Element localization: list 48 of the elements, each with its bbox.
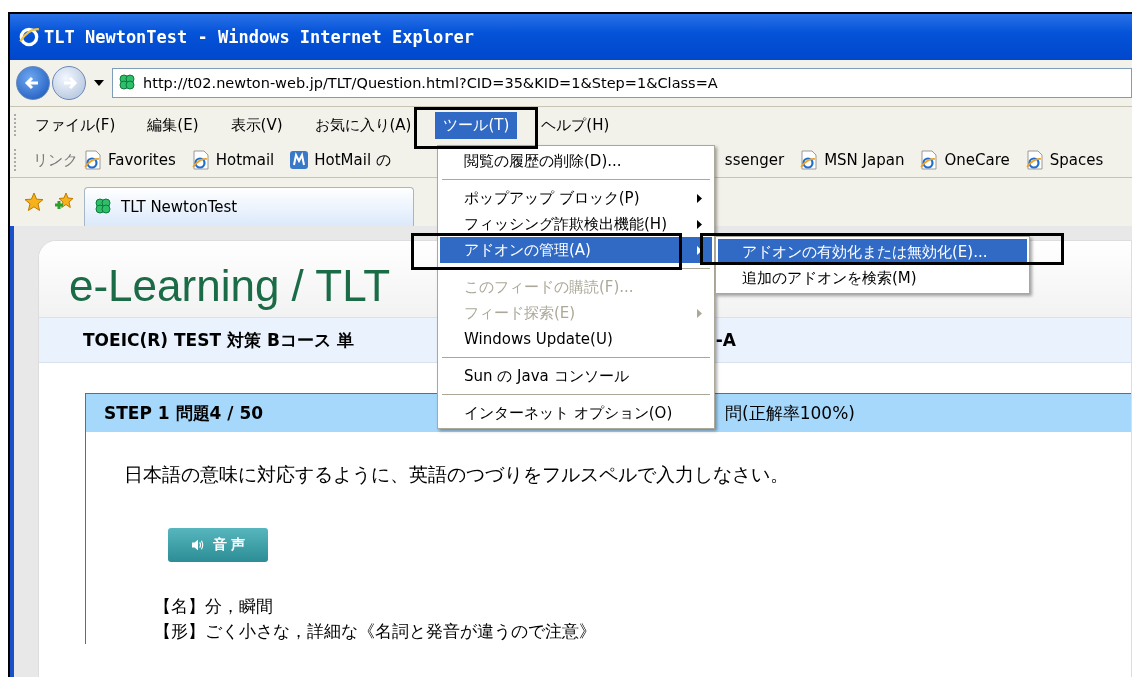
favorite-link[interactable]: ssenger	[724, 151, 785, 169]
page-icon	[191, 150, 210, 170]
score-label: 問(正解率100%)	[725, 401, 855, 425]
menu-option[interactable]: 閲覧の履歴の削除(D)...	[440, 148, 712, 174]
favorite-link[interactable]: HotMail の	[314, 150, 391, 170]
menu-option[interactable]: Sun の Java コンソール	[440, 363, 712, 389]
ie-logo-icon	[18, 26, 40, 48]
menu-item[interactable]: ヘルプ(H)	[533, 111, 618, 139]
definition-text: 【形】ごく小さな，詳細な《名詞と発音が違うので注意》	[154, 621, 597, 643]
menu-item[interactable]: 表示(V)	[222, 111, 291, 139]
menu-item[interactable]: 編集(E)	[139, 111, 207, 139]
menu-item[interactable]: ファイル(F)	[27, 111, 124, 139]
menu-item[interactable]: ツール(T)	[435, 111, 518, 139]
menu-item[interactable]: お気に入り(A)	[306, 111, 420, 139]
step-label: STEP 1 問題4 / 50	[104, 401, 264, 425]
m-logo-icon	[290, 150, 309, 170]
instruction-text: 日本語の意味に対応するように、英語のつづりをフルスペルで入力しなさい。	[124, 462, 790, 487]
forward-button[interactable]	[52, 66, 86, 100]
menu-option[interactable]: 追加のアドオンを検索(M)	[718, 265, 1027, 291]
menu-option[interactable]: フィッシング詐欺検出機能(H)	[440, 211, 712, 237]
definition-text: 【名】分，瞬間	[154, 596, 274, 618]
course-title: TOEIC(R) TEST 対策 Bコース 単	[83, 328, 354, 352]
page-icon	[920, 150, 939, 170]
window-title: TLT NewtonTest - Windows Internet Explorer	[44, 27, 474, 47]
favorite-link[interactable]: Hotmail	[215, 151, 275, 169]
page-icon	[1025, 150, 1044, 170]
links-label: リンク	[33, 150, 78, 170]
menu-option[interactable]: Windows Update(U)	[440, 326, 712, 352]
clover-icon	[117, 73, 137, 93]
favorite-link[interactable]: Spaces	[1049, 151, 1104, 169]
address-field[interactable]: http://t02.newton-web.jp/TLT/Question.html?CID=35&KID=1&Step=1&Class=A	[112, 68, 1132, 98]
course-title: -A	[715, 330, 736, 350]
page-icon	[800, 150, 819, 170]
menu-option[interactable]: アドオンの管理(A)	[440, 237, 712, 263]
favorite-link[interactable]: Favorites	[108, 151, 176, 169]
speaker-icon	[191, 539, 206, 551]
add-favorite-icon[interactable]	[54, 192, 74, 212]
browser-tab[interactable]: TLT NewtonTest	[84, 187, 414, 226]
star-icon[interactable]	[24, 192, 44, 212]
menu-option[interactable]: アドオンの有効化または無効化(E)...	[718, 239, 1027, 265]
caret-icon[interactable]	[94, 80, 104, 86]
clover-icon	[93, 197, 113, 217]
page-icon	[84, 150, 102, 170]
menu-option[interactable]: インターネット オプション(O)	[440, 400, 712, 426]
back-button[interactable]	[16, 66, 50, 100]
menu-option[interactable]: ポップアップ ブロック(P)	[440, 185, 712, 211]
favorite-link[interactable]: MSN Japan	[824, 151, 905, 169]
favorite-link[interactable]: OneCare	[944, 151, 1010, 169]
